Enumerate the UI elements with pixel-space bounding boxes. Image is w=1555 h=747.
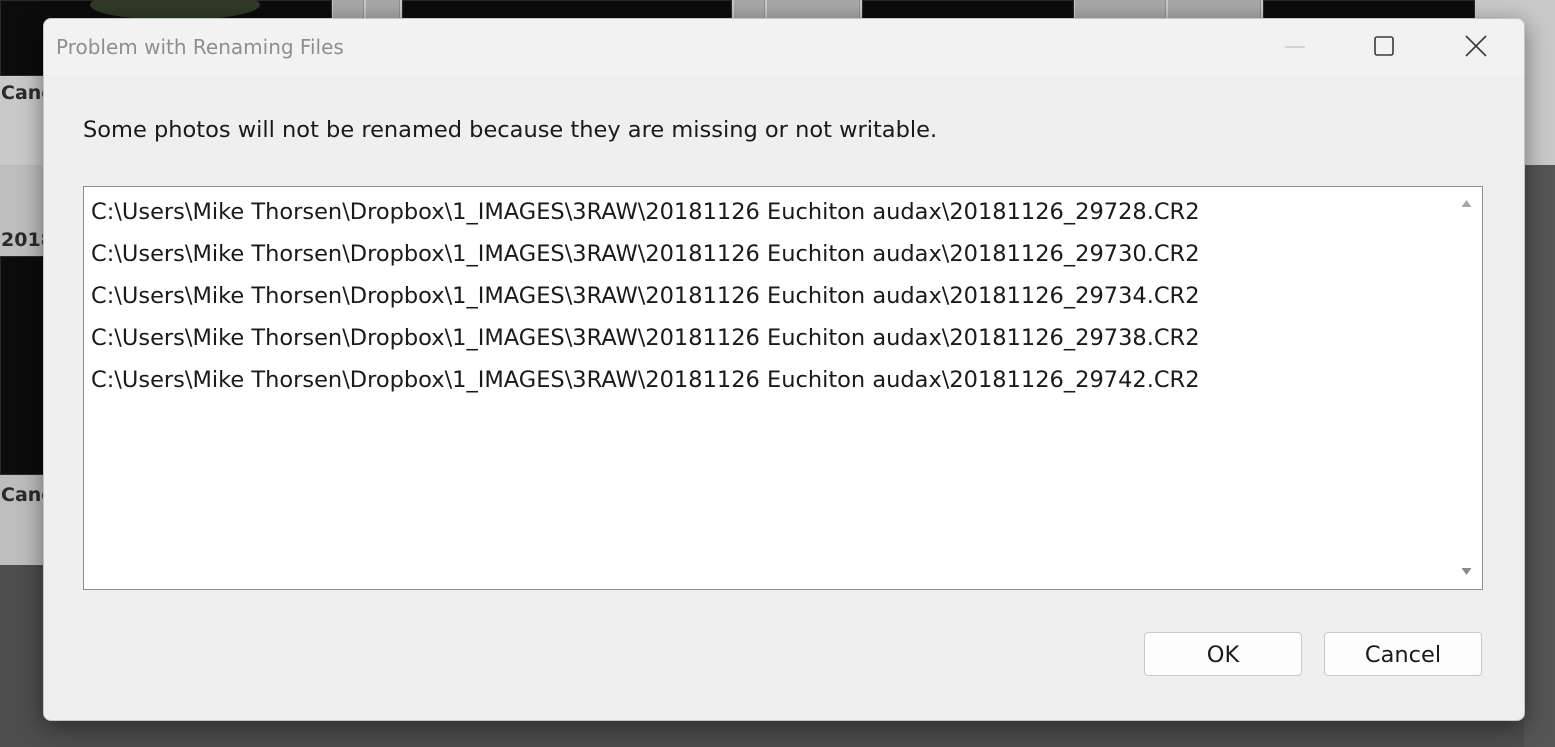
list-item[interactable]: C:\Users\Mike Thorsen\Dropbox\1_IMAGES\3…: [91, 275, 1200, 317]
list-item[interactable]: C:\Users\Mike Thorsen\Dropbox\1_IMAGES\3…: [91, 191, 1200, 233]
list-scrollbar[interactable]: [1451, 187, 1482, 589]
scroll-down-button[interactable]: [1451, 559, 1482, 585]
file-list[interactable]: C:\Users\Mike Thorsen\Dropbox\1_IMAGES\3…: [83, 186, 1483, 590]
background-thumbnail: [862, 0, 1074, 20]
scroll-up-arrow-icon: [1461, 200, 1472, 207]
background-thumbnail-cell: [767, 0, 860, 18]
dialog-message: Some photos will not be renamed because …: [83, 117, 938, 143]
minimize-button[interactable]: [1247, 19, 1339, 75]
maximize-icon: [1374, 36, 1394, 56]
close-button[interactable]: [1431, 19, 1523, 75]
dialog-titlebar[interactable]: Problem with Renaming Files: [44, 19, 1524, 75]
list-item[interactable]: C:\Users\Mike Thorsen\Dropbox\1_IMAGES\3…: [91, 233, 1200, 275]
background-thumbnail-cell: [734, 0, 765, 18]
background-dark-edge: [1524, 165, 1555, 747]
background-thumbnail-cell: [333, 0, 364, 18]
dialog-title: Problem with Renaming Files: [56, 35, 344, 59]
background-thumbnail-cell: [1075, 0, 1166, 18]
scroll-down-arrow-icon: [1461, 568, 1472, 575]
background-thumbnail-cell: [366, 0, 400, 18]
scroll-up-button[interactable]: [1451, 191, 1482, 217]
rename-problem-dialog: Problem with Renaming Files Some photos …: [43, 18, 1525, 721]
background-thumbnail: [0, 256, 46, 475]
list-item[interactable]: C:\Users\Mike Thorsen\Dropbox\1_IMAGES\3…: [91, 359, 1200, 401]
close-icon: [1465, 35, 1487, 57]
ok-button[interactable]: OK: [1144, 632, 1302, 676]
background-thumbnail-cell: [1168, 0, 1261, 18]
cancel-button[interactable]: Cancel: [1324, 632, 1482, 676]
minimize-icon: [1285, 46, 1305, 48]
background-thumbnail: [1263, 0, 1475, 20]
background-thumbnail: [402, 0, 732, 20]
maximize-button[interactable]: [1339, 19, 1431, 75]
list-item[interactable]: C:\Users\Mike Thorsen\Dropbox\1_IMAGES\3…: [91, 317, 1200, 359]
